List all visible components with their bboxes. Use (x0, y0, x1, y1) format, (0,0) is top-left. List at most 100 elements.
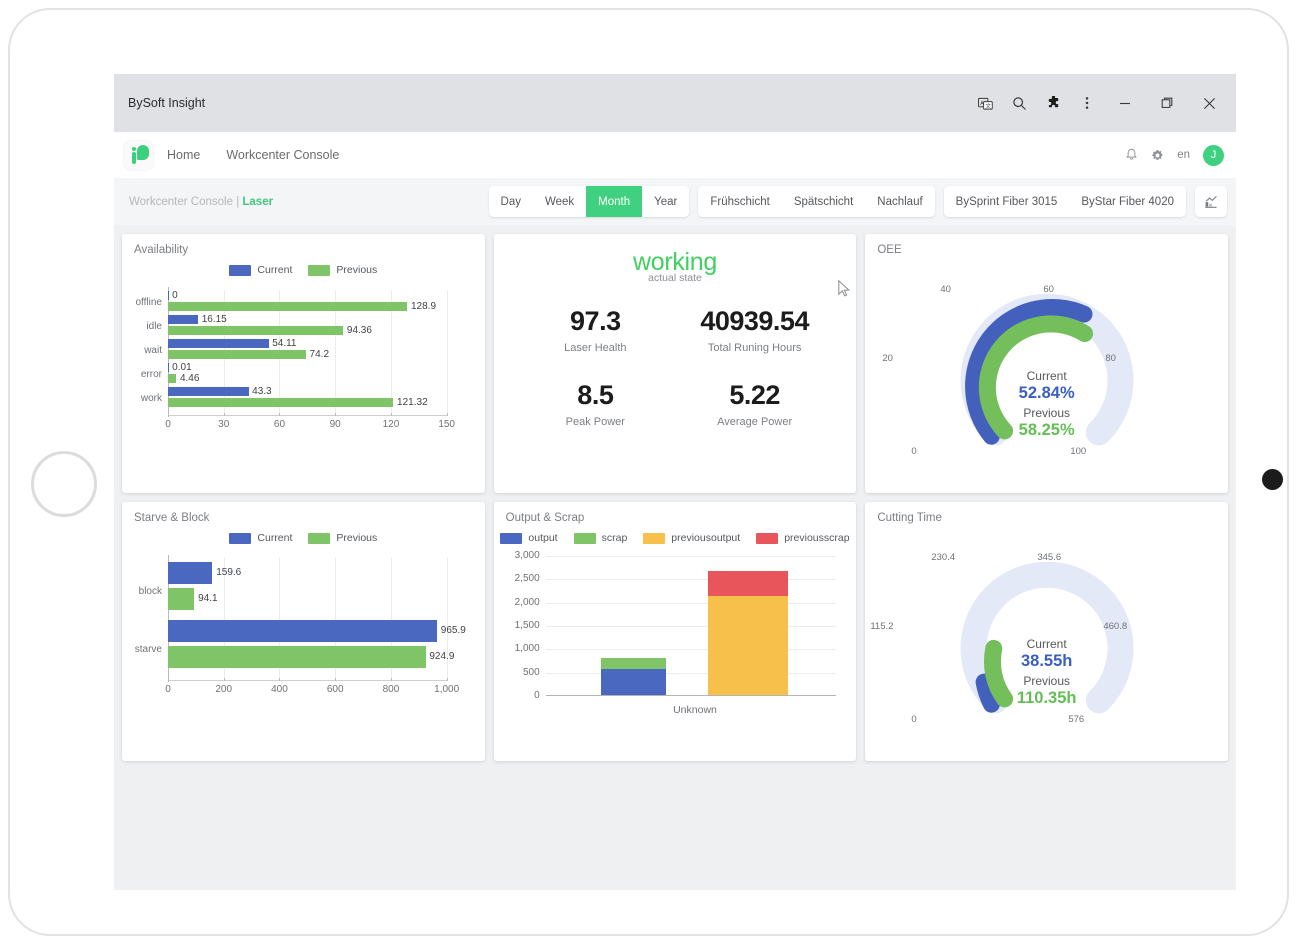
legend-item[interactable]: previousscrap (756, 532, 850, 544)
nav-right-group: en J (1125, 144, 1224, 166)
bar-current[interactable] (168, 620, 438, 642)
card-title-starve-block: Starve & Block (134, 512, 210, 524)
machine-option-bystar-fiber-4020[interactable]: ByStar Fiber 4020 (1069, 186, 1186, 217)
gauge-oee: 0 20 40 60 80 100 Current 52.84% Previou… (865, 256, 1228, 486)
legend-swatch-previousoutput (643, 532, 666, 544)
segment-previousscrap[interactable] (708, 570, 789, 597)
gear-icon[interactable] (1151, 149, 1164, 162)
extensions-icon[interactable] (1036, 86, 1070, 120)
bar-value-previous: 121.32 (397, 397, 428, 408)
bell-icon[interactable] (1125, 148, 1138, 162)
bar-value-current: 43.3 (252, 386, 272, 397)
card-title-cutting-time: Cutting Time (877, 512, 942, 524)
stacked-column-previous[interactable] (708, 570, 789, 695)
breadcrumb-separator: | (236, 195, 240, 208)
bar-current[interactable] (168, 291, 169, 300)
legend-item[interactable]: output (500, 532, 558, 544)
x-tick: 0 (165, 419, 171, 430)
window-minimize-button[interactable] (1104, 86, 1146, 120)
x-tick: 400 (271, 684, 288, 695)
bar-value-previous: 94.36 (346, 325, 372, 336)
translate-icon[interactable]: A文 (968, 86, 1002, 120)
app-window: BySoft Insight A文 Home Workcenter Consol… (114, 74, 1236, 890)
search-icon[interactable] (1002, 86, 1036, 120)
period-option-month[interactable]: Month (586, 186, 643, 217)
legend-swatch-output (500, 532, 523, 544)
legend-item[interactable]: Current (229, 264, 292, 276)
legend-item[interactable]: Current (229, 532, 292, 544)
segment-previousoutput[interactable] (708, 596, 789, 695)
kpi-laser-health: 97.3 Laser Health (516, 306, 675, 354)
titlebar-icon-group: A文 (968, 86, 1230, 120)
segment-scrap[interactable] (600, 657, 667, 669)
legend-label-previous: Previous (336, 532, 378, 544)
bar-previous[interactable] (168, 646, 426, 668)
legend-item[interactable]: Previous (308, 532, 377, 544)
legend-swatch-scrap (573, 532, 596, 544)
legend-item[interactable]: scrap (573, 532, 627, 544)
bar-current[interactable] (168, 339, 269, 348)
device-home-button[interactable] (31, 451, 97, 517)
gauge-tick: 0 (911, 446, 917, 457)
y-tick: 500 (522, 666, 540, 678)
window-title: BySoft Insight (128, 96, 206, 110)
legend-item[interactable]: Previous (308, 264, 377, 276)
period-option-week[interactable]: Week (532, 186, 587, 217)
machine-option-bysprint-fiber-3015[interactable]: BySprint Fiber 3015 (943, 186, 1070, 217)
shift-option-spaetschicht[interactable]: Spätschicht (781, 186, 866, 217)
x-tick: 0 (165, 684, 171, 695)
kpi-value: 40939.54 (700, 306, 809, 336)
y-tick: 2,000 (514, 596, 540, 608)
category-label: error (140, 369, 162, 380)
bar-current[interactable] (168, 387, 249, 396)
category-label: offline (135, 297, 162, 308)
shift-option-nachlauf[interactable]: Nachlauf (865, 186, 935, 217)
period-option-day[interactable]: Day (488, 186, 533, 217)
starve-block-plot: block 159.6 94.1 starve 965.9 924.9 (135, 555, 466, 682)
bar-previous[interactable] (168, 350, 306, 359)
gauge-previous-caption: Previous (1023, 406, 1070, 420)
window-close-button[interactable] (1188, 86, 1230, 120)
bar-value-current: 54.11 (272, 338, 297, 349)
legend-item[interactable]: previousoutput (643, 532, 740, 544)
x-tick: 600 (326, 684, 344, 695)
more-menu-icon[interactable] (1070, 86, 1104, 120)
shift-option-fruehschicht[interactable]: Frühschicht (698, 186, 782, 217)
bar-current[interactable] (168, 562, 213, 584)
category-label: idle (146, 321, 162, 332)
language-selector[interactable]: en (1177, 149, 1190, 161)
bar-previous[interactable] (168, 398, 394, 407)
breadcrumb-parent[interactable]: Workcenter Console (129, 196, 233, 208)
gauge-current-caption: Current (1026, 369, 1067, 383)
bar-current[interactable] (168, 315, 199, 324)
y-tick: 1,500 (514, 620, 540, 631)
filter-bar: Workcenter Console | Laser Day Week Mont… (114, 178, 1236, 225)
bar-previous[interactable] (168, 302, 408, 311)
x-tick: 200 (215, 684, 233, 695)
x-tick: 90 (329, 419, 341, 430)
bar-previous[interactable] (168, 588, 195, 610)
gauge-current-value: 38.55h (1020, 652, 1073, 670)
bar-current[interactable] (168, 363, 169, 372)
gauge-tick: 20 (882, 353, 893, 364)
bar-previous[interactable] (168, 326, 344, 335)
card-oee: OEE 0 20 40 60 80 100 Current 52.84% Pre… (865, 234, 1228, 493)
legend-swatch-previous (308, 264, 331, 276)
breadcrumb: Workcenter Console | Laser (129, 196, 273, 208)
machine-state-label: actual state (648, 272, 702, 284)
chart-icon[interactable] (1195, 186, 1227, 217)
kpi-average-power: 5.22 Average Power (675, 380, 834, 428)
segment-output[interactable] (600, 668, 667, 695)
nav-link-workcenter-console[interactable]: Workcenter Console (226, 148, 339, 162)
y-tick: 3,000 (514, 550, 540, 561)
avatar[interactable]: J (1203, 144, 1224, 166)
bar-previous[interactable] (168, 374, 177, 383)
card-title-output-scrap: Output & Scrap (505, 512, 585, 524)
x-tick: 60 (273, 419, 286, 430)
stacked-column-current[interactable] (600, 657, 667, 695)
period-option-year[interactable]: Year (642, 186, 690, 217)
nav-link-home[interactable]: Home (167, 148, 200, 162)
kpi-peak-power: 8.5 Peak Power (516, 380, 675, 428)
bar-value-previous: 4.46 (179, 373, 200, 384)
window-restore-button[interactable] (1146, 86, 1188, 120)
